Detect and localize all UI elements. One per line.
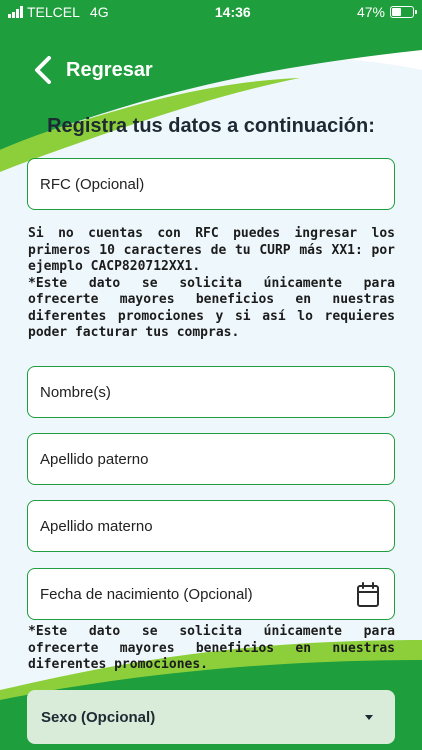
caret-down-icon	[365, 714, 373, 720]
rfc-note: Si no cuentas con RFC puedes ingresar lo…	[28, 226, 395, 342]
status-bar: TELCEL 4G 14:36 47%	[0, 0, 422, 24]
signal-icon	[8, 6, 23, 18]
name-input[interactable]	[40, 383, 382, 401]
name-field[interactable]	[27, 366, 395, 418]
status-left: TELCEL 4G	[8, 4, 109, 20]
back-label: Regresar	[66, 58, 153, 81]
rfc-field[interactable]	[27, 158, 395, 210]
battery-fill	[391, 8, 402, 16]
birthdate-note-text: *Este dato se solicita únicamente para o…	[28, 624, 395, 672]
status-right: 47%	[356, 4, 417, 20]
carrier-label: TELCEL	[27, 4, 80, 20]
sex-select[interactable]: Sexo (Opcional)	[27, 690, 395, 744]
birthdate-note: *Este dato se solicita únicamente para o…	[28, 624, 395, 674]
birthdate-field[interactable]	[27, 568, 395, 620]
birthdate-input[interactable]	[40, 585, 382, 603]
maternal-surname-input[interactable]	[40, 517, 382, 535]
network-label: 4G	[89, 4, 109, 20]
sex-select-label: Sexo (Opcional)	[41, 708, 156, 726]
battery-percent: 47%	[356, 4, 385, 20]
calendar-icon[interactable]	[356, 582, 380, 608]
clock: 14:36	[214, 4, 251, 20]
back-button[interactable]: Regresar	[34, 56, 153, 84]
maternal-surname-field[interactable]	[27, 500, 395, 552]
paternal-surname-field[interactable]	[27, 433, 395, 485]
page-title: Registra tus datos a continuación:	[47, 115, 375, 137]
chevron-left-icon	[35, 56, 51, 84]
rfc-input[interactable]	[40, 175, 382, 193]
rfc-note-text: Si no cuentas con RFC puedes ingresar lo…	[28, 226, 395, 274]
battery-icon	[389, 6, 417, 18]
paternal-surname-input[interactable]	[40, 450, 382, 468]
rfc-note-disclaimer: *Este dato se solicita únicamente para o…	[28, 275, 395, 341]
